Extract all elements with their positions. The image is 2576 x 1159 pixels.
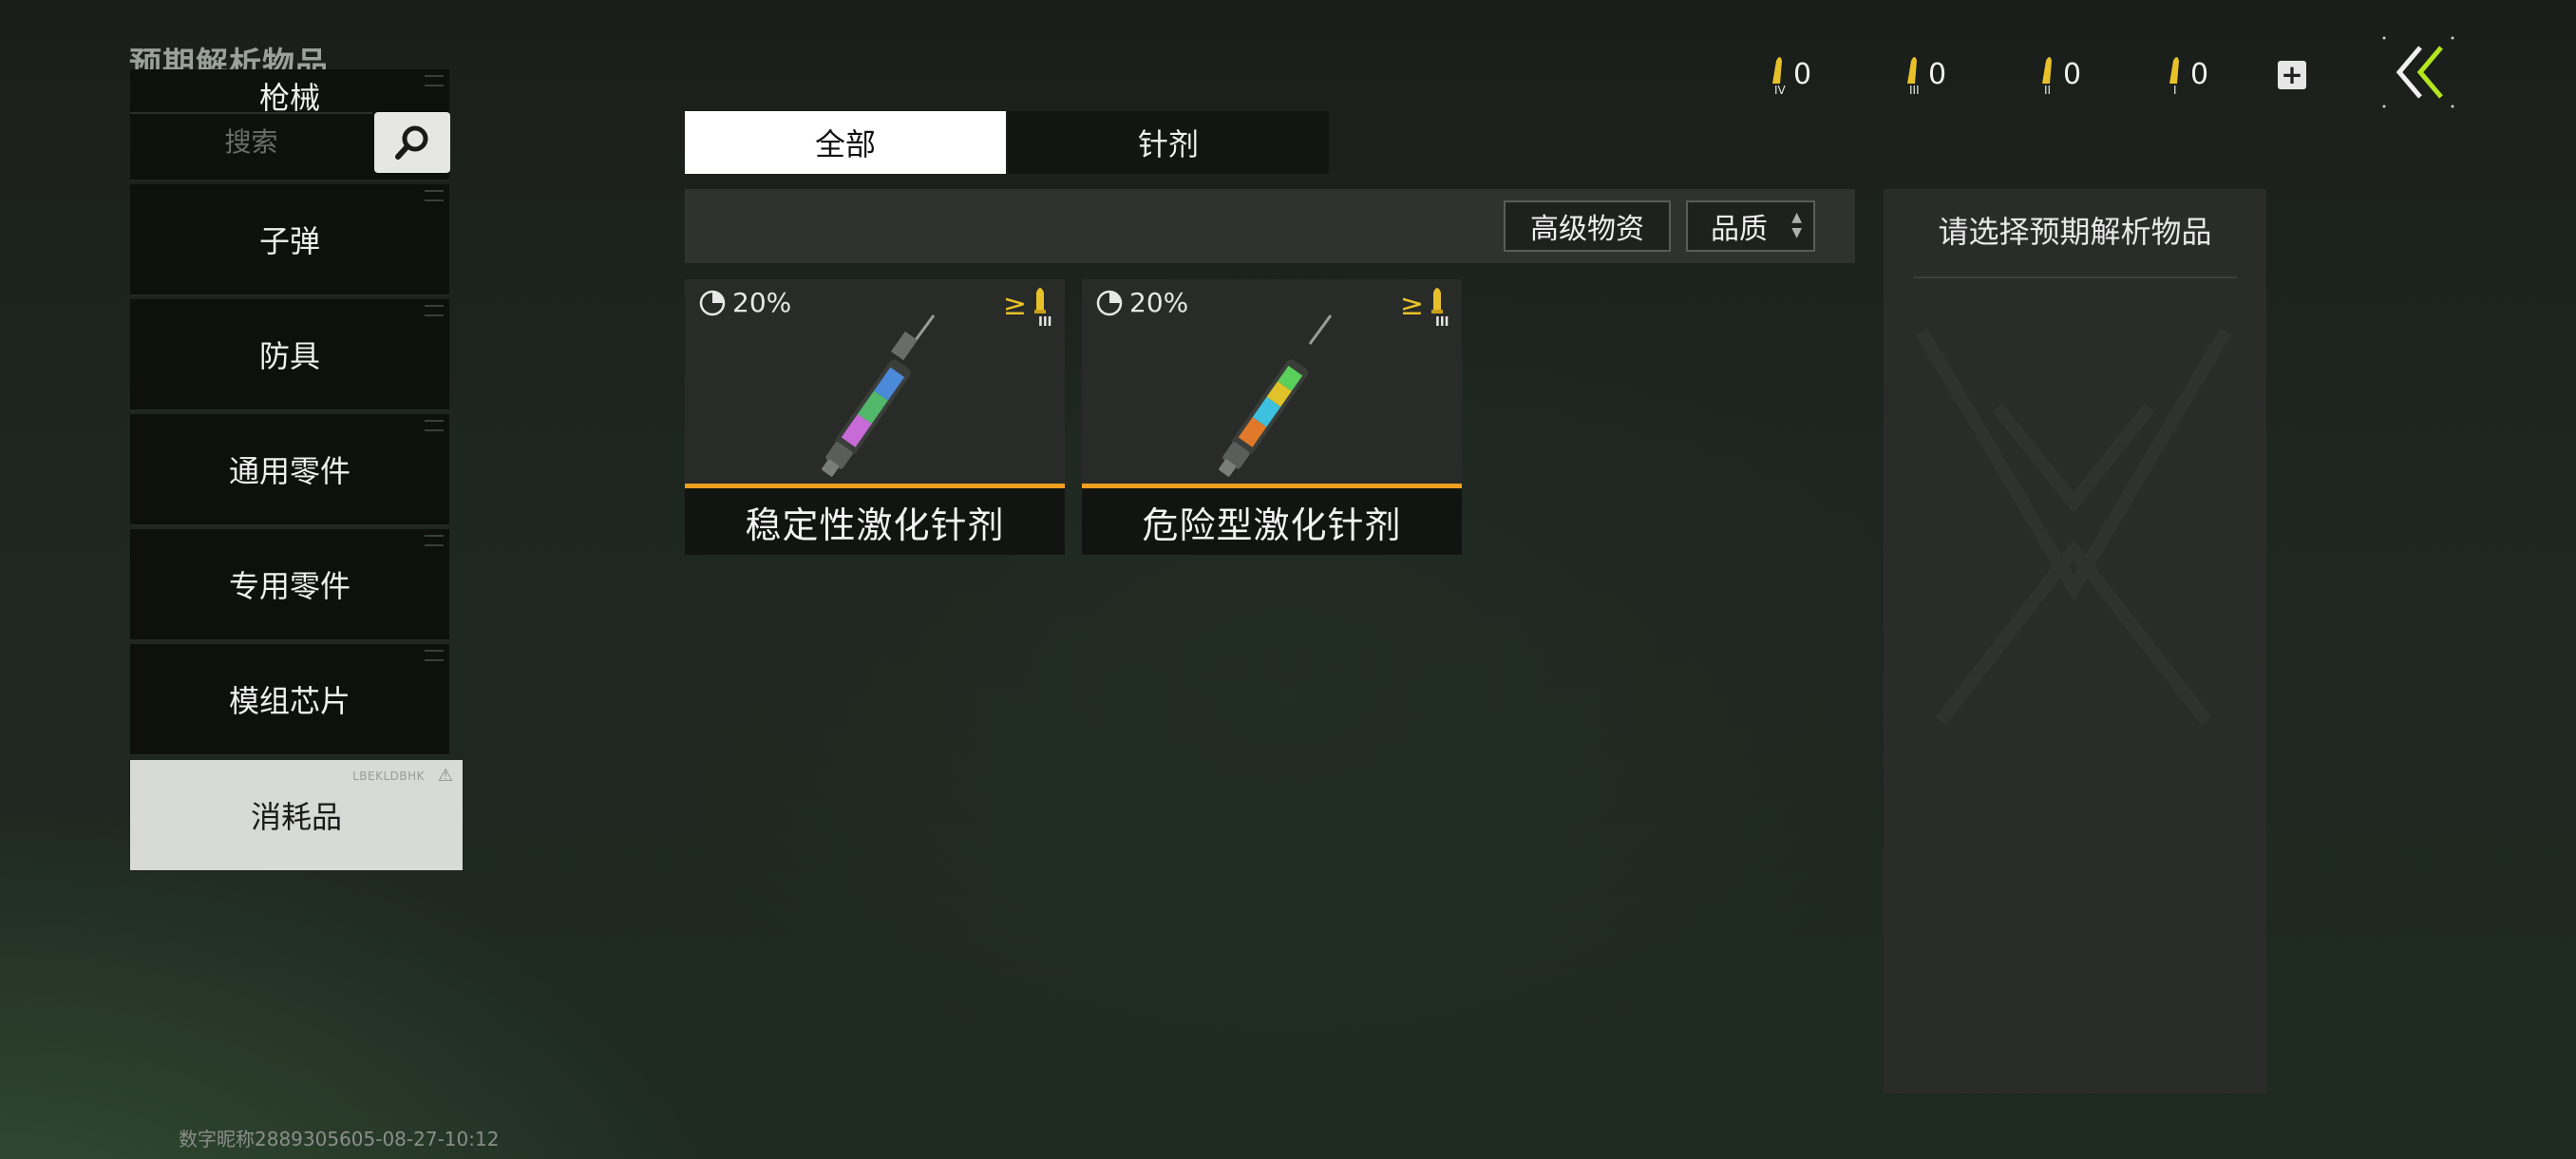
item-tier: ≥ III (1400, 283, 1450, 327)
category-common-parts[interactable]: 通用零件 (130, 414, 449, 526)
menu-corner-icon (425, 535, 444, 546)
warning-icon: ⚠ (437, 766, 453, 786)
pie-chance-icon (1096, 290, 1123, 315)
tab-label: 针剂 (1137, 126, 1199, 162)
emblem-watermark-icon (1915, 328, 2232, 726)
double-chevron-left-icon (2382, 36, 2454, 108)
sort-arrows-icon: ▲ ▼ (1791, 210, 1802, 240)
menu-corner-icon (425, 190, 444, 201)
category-label: 防具 (258, 338, 320, 374)
pie-chance-icon (699, 290, 726, 315)
filter-label: 品质 (1711, 213, 1768, 246)
tab-all[interactable]: 全部 (685, 111, 1006, 174)
currency-tier-3: III 0 (1904, 53, 1946, 95)
category-label: 模组芯片 (228, 683, 350, 719)
item-card[interactable]: 20% ≥ III 危险型激化针剂 (1082, 279, 1462, 555)
currency-tier-4: IV 0 (1769, 53, 1811, 95)
menu-corner-icon (425, 650, 444, 661)
item-chance: 20% (1095, 287, 1188, 318)
menu-corner-icon (425, 420, 444, 431)
advanced-supplies-filter-button[interactable]: 高级物资 (1504, 200, 1671, 252)
search-icon (395, 125, 428, 160)
back-button[interactable] (2378, 32, 2458, 112)
currency-mark: IV (1774, 84, 1787, 95)
currency-mark: III (1909, 84, 1920, 95)
detail-panel: 请选择预期解析物品 (1884, 189, 2266, 1093)
bullet-icon: IV (1772, 57, 1787, 95)
player-watermark: 数字昵称2889305605-08-27-10:12 (179, 1128, 500, 1150)
tier-prefix: ≥ (1399, 288, 1424, 322)
category-label: 子弹 (258, 223, 320, 259)
currency-mark: II (2044, 84, 2051, 95)
category-label: 专用零件 (228, 568, 350, 604)
tier-mark: III (1435, 315, 1449, 327)
currency-count: 0 (2190, 57, 2209, 91)
item-name: 危险型激化针剂 (1082, 488, 1462, 555)
category-label: 通用零件 (228, 453, 350, 489)
plus-icon: + (2281, 59, 2303, 90)
category-mod-chips[interactable]: 模组芯片 (130, 644, 449, 756)
syringe-image (822, 314, 936, 477)
menu-corner-icon (425, 75, 444, 86)
search-input[interactable]: 搜索 (130, 112, 372, 167)
quality-sort-button[interactable]: 品质 ▲ ▼ (1686, 200, 1815, 252)
category-special-parts[interactable]: 专用零件 (130, 529, 449, 641)
add-currency-button[interactable]: + (2278, 61, 2306, 89)
filter-bar (685, 189, 1855, 263)
category-consumables[interactable]: 消耗品 LBEKLDBHK ⚠ (130, 760, 463, 872)
currency-count: 0 (2063, 57, 2082, 91)
bullet-icon: III (1431, 288, 1449, 327)
bullet-icon: III (1907, 57, 1920, 95)
bullet-icon: III (1034, 288, 1052, 327)
item-card[interactable]: 20% ≥ III 稳定性激化针剂 (685, 279, 1065, 555)
search-button[interactable] (374, 112, 450, 173)
tab-label: 全部 (814, 126, 876, 162)
currency-count: 0 (1793, 57, 1812, 91)
search-placeholder: 搜索 (224, 126, 278, 158)
item-tier: ≥ III (1003, 283, 1053, 327)
bullet-icon: I (2169, 57, 2179, 95)
category-tag: LBEKLDBHK (352, 770, 425, 783)
category-label: 消耗品 (250, 799, 342, 835)
filter-label: 高级物资 (1530, 213, 1644, 246)
category-armor[interactable]: 防具 (130, 299, 449, 411)
currency-mark: I (2173, 84, 2177, 95)
item-name: 稳定性激化针剂 (685, 488, 1065, 555)
currency-tier-1: I 0 (2166, 53, 2208, 95)
tab-injections[interactable]: 针剂 (1008, 111, 1329, 174)
syringe-image (1219, 314, 1333, 477)
item-chance: 20% (698, 287, 791, 318)
category-bullets[interactable]: 子弹 (130, 184, 449, 296)
currency-tier-2: II 0 (2038, 53, 2081, 95)
tier-prefix: ≥ (1002, 288, 1027, 322)
tier-mark: III (1038, 315, 1052, 327)
currency-count: 0 (1928, 57, 1947, 91)
bullet-icon: II (2042, 57, 2052, 95)
menu-corner-icon (425, 305, 444, 316)
